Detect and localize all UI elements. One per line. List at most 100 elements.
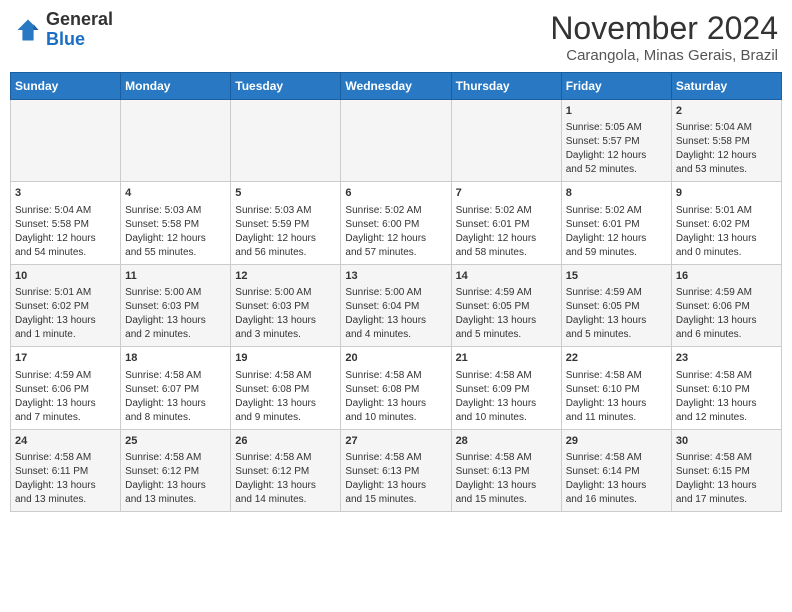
month-title: November 2024 [550,10,778,47]
day-info: Sunrise: 4:58 AM [676,369,777,383]
day-info: Daylight: 13 hours [235,397,336,411]
day-info: Sunrise: 4:58 AM [566,369,667,383]
day-info: Sunrise: 4:58 AM [456,369,557,383]
day-info: Daylight: 13 hours [566,397,667,411]
day-info: Daylight: 12 hours [125,232,226,246]
day-info: and 13 minutes. [15,493,116,507]
day-info: and 7 minutes. [15,411,116,425]
day-info: and 2 minutes. [125,328,226,342]
day-number: 15 [566,269,667,284]
calendar-cell: 25Sunrise: 4:58 AMSunset: 6:12 PMDayligh… [121,429,231,511]
day-info: Daylight: 12 hours [676,149,777,163]
day-info: and 0 minutes. [676,246,777,260]
calendar-cell: 5Sunrise: 5:03 AMSunset: 5:59 PMDaylight… [231,182,341,264]
header-cell-thursday: Thursday [451,73,561,100]
calendar-cell: 15Sunrise: 4:59 AMSunset: 6:05 PMDayligh… [561,264,671,346]
day-info: Sunrise: 5:05 AM [566,121,667,135]
header-cell-sunday: Sunday [11,73,121,100]
day-info: Sunset: 6:10 PM [566,383,667,397]
day-number: 16 [676,269,777,284]
day-info: and 56 minutes. [235,246,336,260]
day-info: Sunrise: 5:04 AM [15,204,116,218]
day-info: Daylight: 12 hours [15,232,116,246]
calendar-cell: 20Sunrise: 4:58 AMSunset: 6:08 PMDayligh… [341,347,451,429]
day-info: Sunset: 6:04 PM [345,300,446,314]
day-number: 1 [566,104,667,119]
day-info: Sunset: 6:10 PM [676,383,777,397]
day-info: Daylight: 13 hours [456,314,557,328]
day-info: Sunset: 6:13 PM [456,465,557,479]
header-cell-saturday: Saturday [671,73,781,100]
day-info: Sunset: 6:06 PM [676,300,777,314]
day-info: Sunset: 6:09 PM [456,383,557,397]
day-info: Daylight: 13 hours [125,314,226,328]
day-info: Sunset: 6:02 PM [15,300,116,314]
day-number: 4 [125,186,226,201]
day-info: Sunrise: 4:59 AM [456,286,557,300]
calendar-cell: 28Sunrise: 4:58 AMSunset: 6:13 PMDayligh… [451,429,561,511]
day-info: Sunrise: 4:59 AM [15,369,116,383]
day-info: Daylight: 13 hours [235,479,336,493]
day-info: and 58 minutes. [456,246,557,260]
calendar-cell: 1Sunrise: 5:05 AMSunset: 5:57 PMDaylight… [561,100,671,182]
day-info: Sunrise: 4:58 AM [676,451,777,465]
day-info: and 5 minutes. [566,328,667,342]
day-info: and 55 minutes. [125,246,226,260]
day-info: Daylight: 13 hours [456,397,557,411]
day-number: 2 [676,104,777,119]
calendar-cell: 3Sunrise: 5:04 AMSunset: 5:58 PMDaylight… [11,182,121,264]
header-cell-monday: Monday [121,73,231,100]
day-info: Sunrise: 5:04 AM [676,121,777,135]
calendar-cell: 17Sunrise: 4:59 AMSunset: 6:06 PMDayligh… [11,347,121,429]
day-info: Sunset: 6:05 PM [566,300,667,314]
day-info: and 57 minutes. [345,246,446,260]
day-info: and 53 minutes. [676,163,777,177]
day-info: Daylight: 12 hours [566,149,667,163]
day-info: Sunrise: 4:58 AM [125,369,226,383]
day-info: Daylight: 12 hours [456,232,557,246]
day-number: 28 [456,434,557,449]
day-info: Sunrise: 4:58 AM [566,451,667,465]
day-info: Sunset: 5:58 PM [676,135,777,149]
title-block: November 2024 Carangola, Minas Gerais, B… [550,10,778,64]
calendar-cell: 8Sunrise: 5:02 AMSunset: 6:01 PMDaylight… [561,182,671,264]
calendar-cell [341,100,451,182]
day-info: Sunrise: 5:03 AM [235,204,336,218]
day-number: 8 [566,186,667,201]
day-number: 5 [235,186,336,201]
day-info: and 6 minutes. [676,328,777,342]
calendar-cell: 13Sunrise: 5:00 AMSunset: 6:04 PMDayligh… [341,264,451,346]
calendar-cell [231,100,341,182]
calendar-cell: 2 Sunrise: 5:04 AMSunset: 5:58 PMDaylight… [671,100,781,182]
calendar-cell: 26Sunrise: 4:58 AMSunset: 6:12 PMDayligh… [231,429,341,511]
day-info: Sunrise: 5:01 AM [15,286,116,300]
calendar-cell: 19Sunrise: 4:58 AMSunset: 6:08 PMDayligh… [231,347,341,429]
header-row: SundayMondayTuesdayWednesdayThursdayFrid… [11,73,782,100]
day-info: and 3 minutes. [235,328,336,342]
day-info: Sunset: 6:11 PM [15,465,116,479]
day-number: 10 [15,269,116,284]
day-number: 21 [456,351,557,366]
day-info: Daylight: 13 hours [676,232,777,246]
calendar-cell: 11Sunrise: 5:00 AMSunset: 6:03 PMDayligh… [121,264,231,346]
day-info: and 17 minutes. [676,493,777,507]
day-info: and 10 minutes. [456,411,557,425]
day-info: Sunset: 6:14 PM [566,465,667,479]
logo-line1: General [46,10,113,30]
day-info: Sunset: 6:07 PM [125,383,226,397]
day-info: Daylight: 13 hours [15,479,116,493]
calendar-cell [121,100,231,182]
day-info: Daylight: 12 hours [345,232,446,246]
logo: General Blue [14,10,113,50]
calendar-week-4: 24Sunrise: 4:58 AMSunset: 6:11 PMDayligh… [11,429,782,511]
calendar-cell [451,100,561,182]
day-info: Sunrise: 5:00 AM [345,286,446,300]
day-info: and 4 minutes. [345,328,446,342]
calendar-cell: 7Sunrise: 5:02 AMSunset: 6:01 PMDaylight… [451,182,561,264]
day-info: Daylight: 12 hours [566,232,667,246]
day-info: Sunrise: 5:02 AM [456,204,557,218]
day-info: Daylight: 13 hours [345,314,446,328]
calendar-body: 1Sunrise: 5:05 AMSunset: 5:57 PMDaylight… [11,100,782,512]
day-info: Daylight: 13 hours [15,314,116,328]
day-info: Sunset: 6:02 PM [676,218,777,232]
